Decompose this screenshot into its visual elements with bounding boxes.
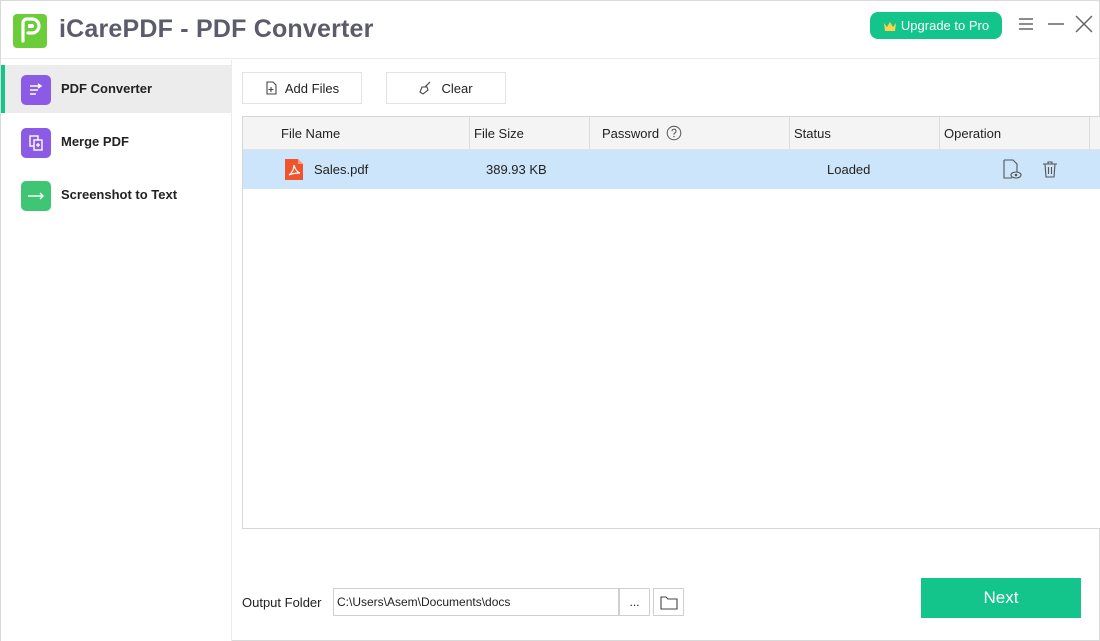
add-files-label: Add Files xyxy=(284,80,340,96)
sidebar-item-merge-pdf[interactable]: Merge PDF xyxy=(1,118,231,166)
file-name-cell: Sales.pdf xyxy=(314,162,369,177)
trash-icon[interactable] xyxy=(1042,161,1058,178)
table-row[interactable]: Sales.pdf 389.93 KB Loaded xyxy=(243,150,1100,189)
folder-icon xyxy=(659,595,678,610)
upgrade-to-pro-button[interactable]: Upgrade to Pro xyxy=(870,12,1002,39)
sidebar-item-pdf-converter[interactable]: PDF Converter xyxy=(1,65,231,113)
merge-icon xyxy=(21,128,51,158)
close-icon[interactable] xyxy=(1073,13,1095,35)
open-folder-button[interactable] xyxy=(653,588,684,616)
app-window: iCarePDF - PDF Converter Upgrade to Pro xyxy=(0,0,1100,641)
column-header-operation: Operation xyxy=(944,126,1002,141)
broom-icon xyxy=(419,81,431,95)
pdf-file-icon xyxy=(284,158,304,181)
title-bar: iCarePDF - PDF Converter Upgrade to Pro xyxy=(1,1,1099,59)
icarepdf-logo xyxy=(13,14,47,48)
column-divider[interactable] xyxy=(589,117,590,150)
column-header-file-name: File Name xyxy=(281,126,341,141)
column-divider[interactable] xyxy=(939,117,940,150)
menu-icon[interactable] xyxy=(1015,13,1037,35)
column-divider[interactable] xyxy=(469,117,470,150)
convert-icon xyxy=(21,75,51,105)
add-files-button[interactable]: Add Files xyxy=(242,72,362,104)
add-file-icon xyxy=(266,80,277,95)
file-size-cell: 389.93 KB xyxy=(486,162,547,177)
column-header-password: Password xyxy=(602,126,660,141)
column-header-file-size: File Size xyxy=(474,126,524,141)
sidebar-item-label: PDF Converter xyxy=(61,81,153,96)
column-header-status: Status xyxy=(794,126,831,141)
output-folder-input[interactable] xyxy=(333,588,619,616)
column-divider[interactable] xyxy=(1089,117,1090,150)
column-divider[interactable] xyxy=(789,117,790,150)
sidebar-item-screenshot-to-text[interactable]: Screenshot to Text xyxy=(1,171,231,219)
help-icon[interactable] xyxy=(666,125,682,141)
browse-label: ... xyxy=(629,595,640,609)
file-table: File Name File Size Password Status Oper… xyxy=(242,116,1100,529)
sidebar-item-label: Merge PDF xyxy=(61,134,129,149)
crown-icon xyxy=(883,21,896,31)
minimize-icon[interactable] xyxy=(1045,13,1067,35)
sidebar-item-label: Screenshot to Text xyxy=(61,187,178,202)
table-header: File Name File Size Password Status Oper… xyxy=(243,117,1100,150)
arrow-right-icon xyxy=(21,181,51,211)
sidebar: PDF Converter Merge PDF Screenshot to Te… xyxy=(1,60,232,641)
clear-button[interactable]: Clear xyxy=(386,72,506,104)
app-title: iCarePDF - PDF Converter xyxy=(59,15,374,43)
output-folder-label: Output Folder xyxy=(242,595,322,610)
upgrade-label: Upgrade to Pro xyxy=(900,18,990,33)
next-label: Next xyxy=(983,588,1019,607)
next-button[interactable]: Next xyxy=(921,578,1081,618)
preview-icon[interactable] xyxy=(1002,159,1022,180)
status-cell: Loaded xyxy=(827,162,871,177)
clear-label: Clear xyxy=(441,80,473,96)
browse-button[interactable]: ... xyxy=(619,588,650,616)
